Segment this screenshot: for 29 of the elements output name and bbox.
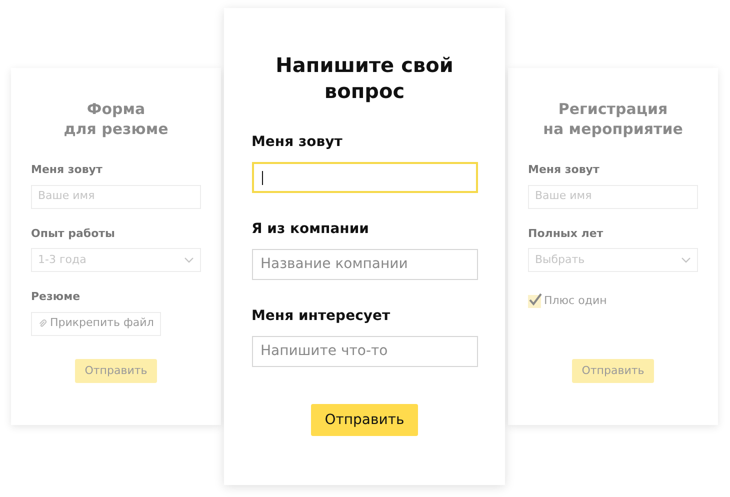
input-field[interactable]: Название компании: [252, 249, 478, 280]
submit-button[interactable]: Отправить: [572, 359, 654, 383]
field-label: Меня интересует: [252, 307, 392, 326]
paperclip-icon: [38, 319, 47, 328]
attach-file-button[interactable]: Прикрепить файл: [31, 312, 161, 336]
form-title: Напишите свой вопрос: [274, 52, 454, 104]
input-field[interactable]: [252, 162, 478, 193]
checkmark-icon: [528, 292, 543, 307]
select-field[interactable]: 1-3 года: [31, 248, 201, 272]
input-field[interactable]: Ваше имя: [31, 184, 201, 208]
input-field[interactable]: Ваше имя: [528, 184, 698, 208]
checkbox[interactable]: [528, 294, 541, 308]
field-label: Меня зовут: [31, 162, 104, 178]
form-title: Форма для резюме: [62, 99, 170, 139]
field-label: Я из компании: [252, 220, 370, 239]
chevron-down-icon: [681, 257, 691, 263]
field-label: Меня зовут: [252, 133, 344, 152]
form-title: Регистрация на мероприятие: [542, 99, 684, 139]
field-label: Полных лет: [528, 226, 604, 242]
select-field[interactable]: Выбрать: [528, 248, 698, 272]
submit-button[interactable]: Отправить: [310, 404, 418, 436]
submit-button[interactable]: Отправить: [74, 359, 158, 383]
field-label: Опыт работы: [31, 226, 116, 242]
field-label: Меня зовут: [528, 162, 600, 178]
input-field[interactable]: Напишите что-то: [252, 336, 478, 367]
chevron-down-icon: [184, 257, 194, 263]
field-label: Резюме: [31, 289, 82, 305]
text-cursor: [262, 170, 263, 184]
checkbox-label: Плюс один: [544, 293, 607, 309]
